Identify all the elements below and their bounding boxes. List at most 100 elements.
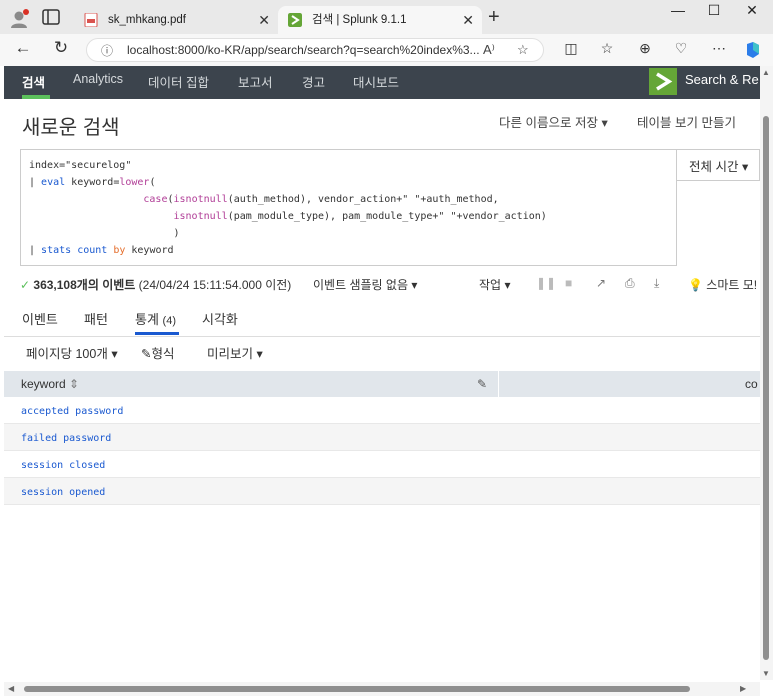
new-tab-icon[interactable]: + [488,6,500,29]
job-menu[interactable]: 작업 ▾ [479,276,510,293]
horizontal-scrollbar[interactable]: ◀ ▶ [4,682,760,696]
nav-item-analytics[interactable]: Analytics [73,72,123,86]
query-command: eval [41,177,66,188]
nav-item-reports[interactable]: 보고서 [238,72,273,91]
browser-tab-title: sk_mhkang.pdf [108,14,186,26]
refresh-icon[interactable]: ↻ [50,38,72,58]
chevron-down-icon: ▾ [504,278,511,292]
query-line: index="securelog" [29,160,132,171]
collections-icon[interactable]: ⊕ [634,40,656,57]
column-header-keyword[interactable]: keyword ⇕ [21,377,79,391]
splunk-logo-icon[interactable] [649,68,677,95]
scroll-right-icon[interactable]: ▶ [740,684,746,693]
preview-label: 미리보기 [207,347,254,361]
per-page-dropdown[interactable]: 페이지당 100개 ▾ [26,343,118,362]
query-function: lower [119,177,150,188]
favorites-icon[interactable]: ☆ [596,40,618,57]
url-text: localhost:8000/ko-KR/app/search/search?q… [127,43,480,57]
tab-actions-icon[interactable] [42,9,60,25]
chevron-down-icon: ▾ [741,160,749,174]
tab-patterns[interactable]: 패턴 [84,309,108,328]
create-table-view-link[interactable]: 테이블 보기 만들기 [637,112,736,131]
window-close-icon[interactable]: ✕ [734,2,770,19]
browser-essentials-icon[interactable]: ♡ [670,40,692,57]
search-query: index="securelog" | eval keyword=lower( … [29,160,547,256]
query-function: count [77,245,108,256]
scroll-left-icon[interactable]: ◀ [8,684,14,693]
table-header: keyword ⇕ ✎ co [4,371,760,397]
search-mode-label: 스마트 모! [706,278,758,292]
table-row[interactable]: session closed [4,451,760,478]
tab-visualization[interactable]: 시각화 [202,309,238,328]
search-input[interactable]: index="securelog" | eval keyword=lower( … [20,149,677,266]
preview-dropdown[interactable]: 미리보기 ▾ [207,343,263,362]
job-label: 작업 [479,278,502,292]
pencil-icon: ✎ [141,347,152,361]
query-function: isnotnull [173,211,228,222]
query-line: keyword= [71,177,120,188]
time-range-label: 전체 시간 [689,160,739,174]
check-icon: ✓ [20,278,31,292]
minimize-icon[interactable]: — [660,2,696,18]
browser-tab-pdf[interactable]: sk_mhkang.pdf ✕ [74,6,278,34]
read-aloud-icon[interactable]: A⁾ [483,42,495,58]
close-icon[interactable]: ✕ [462,6,474,34]
table-row[interactable]: accepted password [4,397,760,424]
event-sampling-dropdown[interactable]: 이벤트 샘플링 없음 ▾ [313,276,417,293]
app-brand[interactable]: Search & Re [685,72,759,87]
sort-icon: ⇕ [69,377,80,391]
profile-icon[interactable] [8,8,30,30]
column-divider [498,371,499,397]
more-menu-icon[interactable]: ⋯ [708,40,730,57]
close-icon[interactable]: ✕ [258,6,270,34]
format-button[interactable]: ✎형식 [141,343,175,362]
vertical-scrollbar[interactable]: ▲ ▼ [760,66,773,680]
maximize-icon[interactable]: ☐ [696,2,732,19]
browser-tab-splunk[interactable]: 검색 | Splunk 9.1.1 ✕ [278,6,482,34]
split-screen-icon[interactable]: ◫ [560,40,582,57]
chevron-down-icon: ▾ [256,347,263,361]
save-as-menu[interactable]: 다른 이름으로 저장 ▾ [499,112,608,131]
stop-icon[interactable]: ■ [565,276,572,290]
page-title: 새로운 검색 [22,117,120,139]
nav-item-datasets[interactable]: 데이터 집합 [148,72,209,91]
tab-statistics-label: 통계 [135,312,159,327]
table-cell[interactable]: session opened [21,487,105,498]
print-icon[interactable]: ⎙ [625,276,635,291]
event-count-status: ✓ 363,108개의 이벤트 (24/04/24 15:11:54.000 이… [20,276,291,293]
site-info-icon[interactable]: ⓘ [101,42,113,59]
pause-icon[interactable]: ❚❚ [536,276,556,290]
table-row[interactable]: failed password [4,424,760,451]
scroll-down-icon[interactable]: ▼ [762,669,770,678]
nav-item-dashboards[interactable]: 대시보드 [353,72,399,91]
back-icon[interactable]: ← [12,38,34,58]
scroll-thumb[interactable] [763,116,769,660]
scroll-up-icon[interactable]: ▲ [762,68,770,77]
tab-strip: sk_mhkang.pdf ✕ 검색 | Splunk 9.1.1 ✕ + — … [0,0,773,34]
splunk-app-nav: 검색 Analytics 데이터 집합 보고서 경고 대시보드 Search &… [4,66,760,99]
pdf-icon [84,13,98,27]
time-range-picker[interactable]: 전체 시간 ▾ [677,149,760,181]
share-icon[interactable]: ↗ [596,276,606,290]
event-timestamp: (24/04/24 15:11:54.000 이전) [138,278,292,292]
pencil-icon[interactable]: ✎ [477,377,487,391]
table-row[interactable]: session opened [4,478,760,505]
table-cell[interactable]: failed password [21,433,111,444]
tab-events[interactable]: 이벤트 [22,309,58,328]
nav-item-search[interactable]: 검색 [22,72,45,91]
nav-item-alerts[interactable]: 경고 [302,72,325,91]
table-cell[interactable]: accepted password [21,406,123,417]
favorite-star-icon[interactable]: ☆ [517,42,529,58]
search-mode-menu[interactable]: 💡 스마트 모! [688,276,757,293]
export-icon[interactable]: ⤓ [654,276,659,291]
column-header-count[interactable]: co [745,377,758,391]
scroll-thumb[interactable] [24,686,690,692]
address-bar-row: ← ↻ ⓘ localhost:8000/ko-KR/app/search/se… [0,34,773,66]
tab-statistics[interactable]: 통계 (4) [135,309,176,328]
per-page-label: 페이지당 100개 [26,347,108,361]
format-label: 형식 [151,347,175,361]
table-cell[interactable]: session closed [21,460,105,471]
url-bar[interactable]: ⓘ localhost:8000/ko-KR/app/search/search… [86,38,544,62]
sampling-label: 이벤트 샘플링 없음 [313,278,408,292]
copilot-icon[interactable] [744,41,762,59]
